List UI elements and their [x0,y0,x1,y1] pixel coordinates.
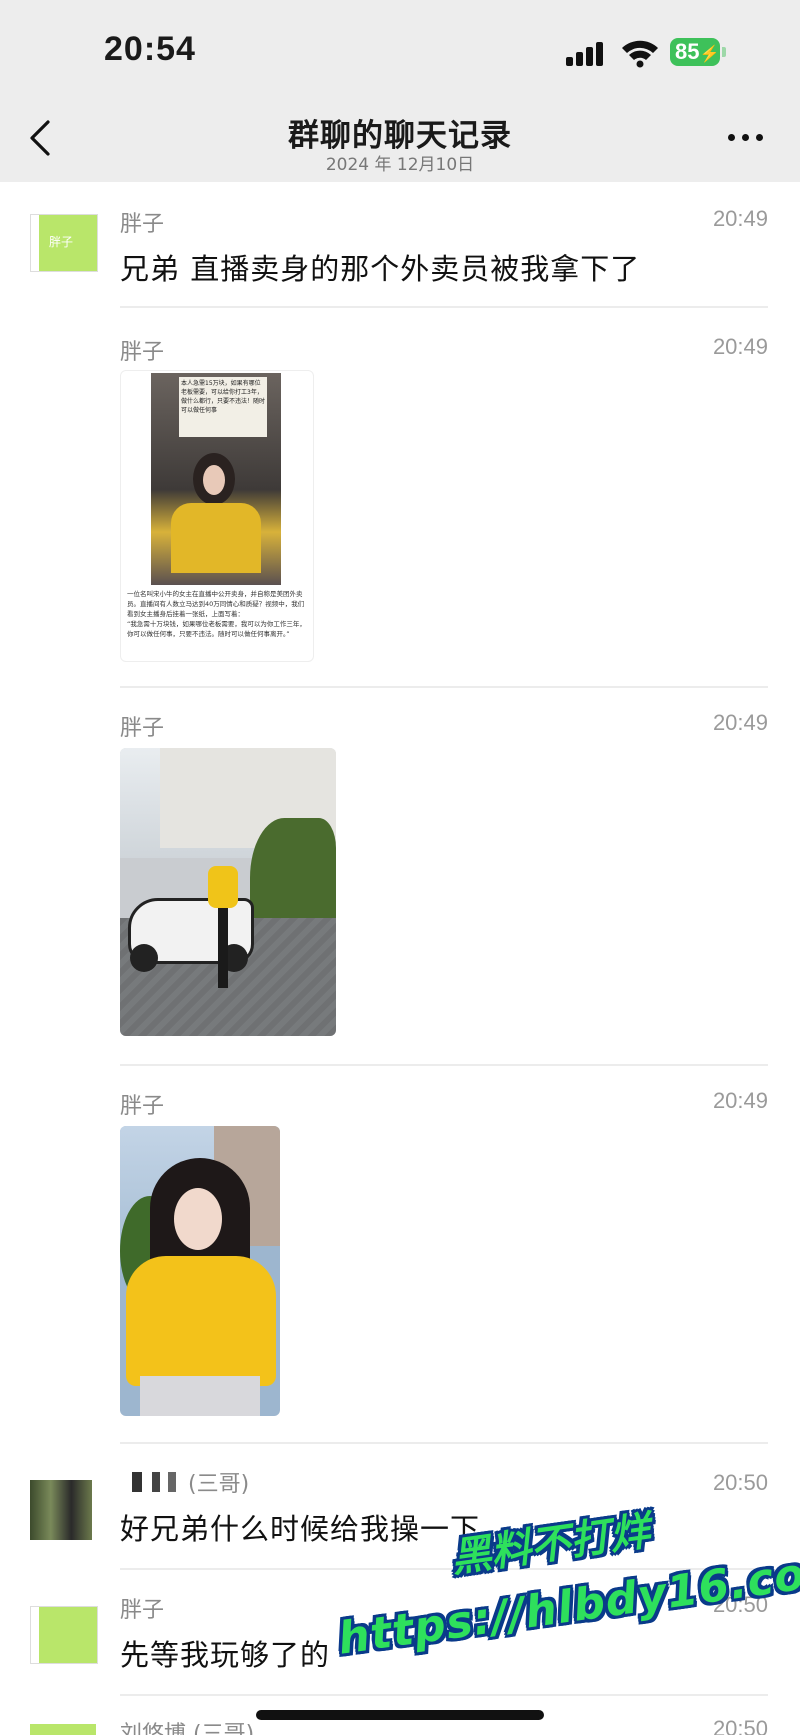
sender-name: 胖子 [120,716,165,741]
sender-name: 胖子 [120,212,165,237]
woman-face [203,465,225,495]
battery-tip [722,47,726,57]
home-indicator[interactable] [256,1710,544,1720]
message-image[interactable] [120,748,336,1036]
message-time: 20:49 [712,334,768,359]
yellow-shirt [126,1256,276,1386]
page-date: 2024 年 12月10日 [325,155,475,175]
message-time: 20:49 [712,1088,768,1113]
chat-message[interactable]: (三哥) 20:50 好兄弟什么时候给我操一下 [0,1444,800,1570]
avatar[interactable]: 胖子 [30,214,98,272]
message-text: 先等我玩够了的 [120,1638,331,1672]
divider [120,306,768,308]
avatar[interactable] [30,1606,98,1664]
avatar-label: 胖子 [49,235,74,249]
status-bar: 20:54 85⚡ [0,0,800,100]
sender-name: 胖子 [120,1094,165,1119]
signal-icon [566,40,610,66]
waist [140,1376,260,1416]
avatar[interactable] [30,1724,96,1735]
more-options-icon[interactable] [728,130,768,142]
chat-message[interactable]: 胖子 20:49 [0,688,800,1066]
redacted-name-icon [120,1472,182,1492]
wifi-icon [622,40,658,68]
scooter-wheel [130,944,158,972]
message-image[interactable] [120,1126,280,1416]
chat-message[interactable]: 胖子 20:49 本人急需15万块，如果有哪位老板需要，可以给你打工3年，做什么… [0,312,800,688]
yellow-jacket [171,503,261,573]
battery-indicator: 85⚡ [670,38,720,66]
message-time: 20:50 [712,1716,768,1735]
battery-level: 85 [675,39,700,64]
sender-name: 刘悠博 (三哥) [120,1722,255,1735]
message-time: 20:50 [712,1470,768,1495]
face [174,1188,222,1250]
rider [208,866,238,908]
sender-name: (三哥) [120,1466,249,1498]
message-text: 兄弟 直播卖身的那个外卖员被我拿下了 [120,252,641,286]
page-title: 群聊的聊天记录 [288,118,512,154]
sign-paper: 本人急需15万块，如果有哪位老板需要，可以给你打工3年，做什么都行，只要不违法！… [179,377,267,437]
sender-name: 胖子 [120,340,165,365]
message-image[interactable]: 本人急需15万块，如果有哪位老板需要，可以给你打工3年，做什么都行，只要不违法！… [120,370,314,662]
message-time: 20:49 [712,206,768,231]
avatar[interactable] [30,1480,92,1540]
status-time: 20:54 [104,30,196,68]
chat-message[interactable]: 胖子 20:49 [0,1066,800,1444]
message-time: 20:49 [712,710,768,735]
rider-legs [218,908,228,988]
video-frame: 本人急需15万块，如果有哪位老板需要，可以给你打工3年，做什么都行，只要不违法！… [151,373,281,585]
news-caption: 一位名叫宋小牛的女主在直播中公开卖身，并自称是美团外卖员。直播间有人数立马达到4… [127,590,306,638]
message-text: 好兄弟什么时候给我操一下 [120,1512,481,1546]
charging-icon: ⚡ [699,46,720,63]
chat-message[interactable]: 胖子 胖子 20:49 兄弟 直播卖身的那个外卖员被我拿下了 [0,182,800,312]
sender-tag: (三哥) [188,1472,250,1497]
navigation-bar: 群聊的聊天记录 2024 年 12月10日 [0,100,800,182]
sender-name: 胖子 [120,1598,165,1623]
